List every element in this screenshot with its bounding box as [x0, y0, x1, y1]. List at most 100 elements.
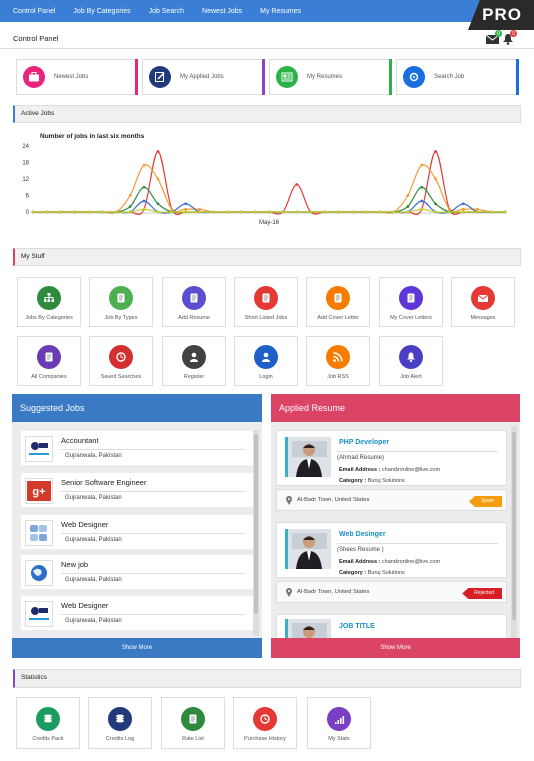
quick-link-my-applied-jobs[interactable]: My Applied Jobs	[142, 59, 265, 95]
map-pin-icon	[286, 588, 292, 597]
stat-purchase-history[interactable]: Purchase History	[233, 697, 297, 749]
tile-add-resume[interactable]: Add Resume	[162, 277, 226, 327]
my-stuff-header: My Stuff	[13, 248, 521, 266]
data-point	[337, 210, 340, 214]
resume-add-icon	[182, 286, 206, 310]
stat-rate-list[interactable]: Rate List	[161, 697, 225, 749]
data-point	[156, 210, 160, 214]
job-title[interactable]: New job	[61, 560, 88, 569]
tile-register[interactable]: Register	[162, 336, 226, 386]
quick-link-accent	[262, 59, 265, 95]
scroll-thumb[interactable]	[254, 434, 258, 614]
suggested-scrollbar[interactable]	[253, 430, 259, 636]
stat-credits-pack[interactable]: Credits Pack	[16, 697, 80, 749]
notification-area: 0 0	[486, 30, 517, 45]
stat-credits-log[interactable]: Credits Log	[88, 697, 152, 749]
resume-job-title[interactable]: Web Desinger	[339, 531, 386, 538]
tile-messages[interactable]: Messages	[451, 277, 515, 327]
data-point	[420, 163, 424, 167]
data-point	[434, 202, 437, 206]
data-point	[475, 210, 479, 214]
data-point	[448, 207, 451, 211]
resume-card[interactable]: PHP Developer (Ahmad Resume) Email Address…	[276, 430, 507, 486]
nav-control-panel[interactable]: Control Panel	[13, 8, 55, 15]
job-location: Gujranwala, Pakistan	[65, 537, 122, 543]
tile-label: Saved Searches	[100, 374, 142, 380]
series-line	[32, 150, 505, 216]
svg-text:g+: g+	[32, 486, 45, 498]
stat-my-stats[interactable]: My Stats	[307, 697, 371, 749]
y-tick-label: 12	[22, 177, 29, 183]
data-point	[461, 202, 465, 206]
tile-short-listed-jobs[interactable]: Short Listed Jobs	[234, 277, 298, 327]
tile-job-by-types[interactable]: Job By Types	[89, 277, 153, 327]
data-point	[184, 210, 188, 214]
bell-badge: 0	[510, 30, 517, 37]
quick-link-label: Newest Jobs	[54, 74, 89, 80]
tile-job-rss[interactable]: Job RSS	[306, 336, 370, 386]
suggested-job-item[interactable]: g+ Senior Software Engineer Gujranwala, Pa…	[20, 472, 256, 508]
data-point	[267, 210, 271, 214]
resume-job-title[interactable]: JOB TITLE	[339, 623, 375, 630]
envelope-icon	[471, 286, 495, 310]
job-title[interactable]: Web Designer	[61, 520, 108, 529]
shortlist-icon	[254, 286, 278, 310]
nav-newest-jobs[interactable]: Newest Jobs	[202, 8, 242, 15]
quick-link-search-job[interactable]: Search Job	[396, 59, 519, 95]
tile-login[interactable]: Login	[234, 336, 298, 386]
job-title[interactable]: Senior Software Engineer	[61, 478, 146, 487]
purchase-history-icon	[253, 707, 277, 731]
job-title[interactable]: Web Designer	[61, 601, 108, 610]
tile-saved-searches[interactable]: Saved Searches	[89, 336, 153, 386]
suggested-job-item[interactable]: Accountant Gujranwala, Pakistan	[20, 430, 256, 466]
applied-show-more-button[interactable]: Show More	[271, 638, 520, 658]
job-location: Gujranwala, Pakistan	[65, 618, 122, 624]
series-line	[32, 164, 506, 214]
tile-label: Add Cover Letter	[317, 315, 359, 321]
login-icon	[254, 345, 278, 369]
suggested-show-more-button[interactable]: Show More	[12, 638, 262, 658]
bcm-logo-icon	[25, 436, 53, 462]
data-point	[434, 210, 437, 214]
quick-link-my-resumes[interactable]: My Resumes	[269, 59, 392, 95]
nav-my-resumes[interactable]: My Resumes	[260, 8, 301, 15]
applied-resume-panel: Applied Resume PHP Developer (Ahmad Resum…	[271, 394, 520, 658]
data-point	[448, 210, 451, 214]
data-point	[114, 210, 118, 214]
resume-category: Category : Buruj Solutions	[339, 570, 405, 576]
companies-icon	[37, 345, 61, 369]
data-point	[128, 210, 132, 214]
data-point	[503, 210, 507, 214]
job-title[interactable]: Accountant	[61, 436, 99, 445]
data-point	[420, 199, 424, 203]
org-chart-icon	[37, 286, 61, 310]
resume-card[interactable]: Web Desinger (Shees Resume ) Email Address…	[276, 522, 507, 578]
data-point	[184, 202, 188, 206]
tile-my-cover-letters[interactable]: My Cover Letters	[379, 277, 443, 327]
tile-label: Register	[183, 374, 205, 380]
data-point	[184, 207, 188, 211]
suggested-job-item[interactable]: Web Designer Gujranwala, Pakistan	[20, 595, 256, 631]
applied-scrollbar[interactable]	[511, 426, 517, 638]
edit-document-icon	[149, 66, 171, 88]
nav-job-by-categories[interactable]: Job By Categories	[73, 8, 130, 15]
nav-job-search[interactable]: Job Search	[149, 8, 184, 15]
suggested-job-item[interactable]: Web Designer Gujranwala, Pakistan	[20, 514, 256, 550]
resume-divider	[337, 451, 498, 452]
data-point	[364, 210, 368, 214]
resume-job-title[interactable]: PHP Developer	[339, 439, 389, 446]
tile-jobs-by-categories[interactable]: Jobs By Categories	[17, 277, 81, 327]
tile-label: Jobs By Categories	[25, 315, 73, 321]
scroll-thumb[interactable]	[512, 432, 516, 620]
tile-job-alert[interactable]: Job Alert	[379, 336, 443, 386]
data-point	[170, 210, 174, 214]
suggested-job-item[interactable]: New job Gujranwala, Pakistan	[20, 554, 256, 590]
job-location: Gujranwala, Pakistan	[65, 453, 122, 459]
tile-add-cover-letter[interactable]: Add Cover Letter	[306, 277, 370, 327]
data-point	[434, 177, 437, 181]
y-tick-label: 24	[22, 144, 29, 150]
tile-all-companies[interactable]: All Companies	[17, 336, 81, 386]
suggested-jobs-title: Suggested Jobs	[12, 394, 262, 422]
quick-link-newest-jobs[interactable]: Newest Jobs	[16, 59, 138, 95]
quick-link-accent	[389, 59, 392, 95]
